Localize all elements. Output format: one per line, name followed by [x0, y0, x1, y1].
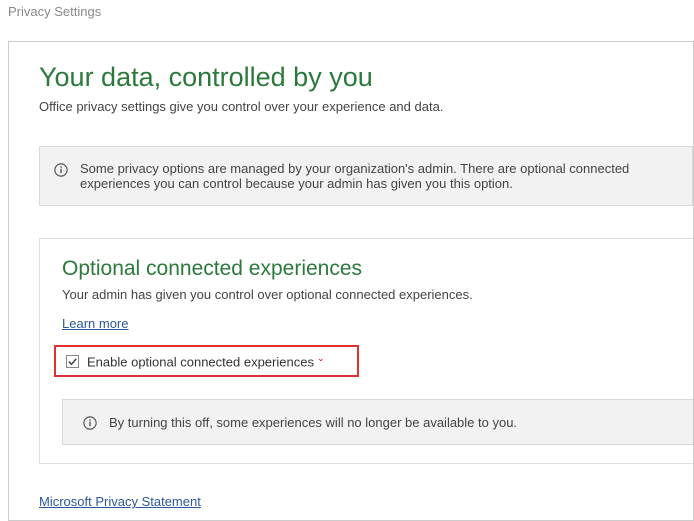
info-icon: [54, 163, 68, 177]
info-icon: [83, 416, 97, 430]
admin-notice-text: Some privacy options are managed by your…: [80, 161, 680, 191]
section-heading: Optional connected experiences: [62, 257, 693, 281]
checkbox-label: Enable optional connected experiences⌄: [87, 353, 325, 369]
enable-optional-checkbox[interactable]: [66, 355, 79, 368]
caret-icon: ⌄: [317, 353, 325, 363]
warning-text: By turning this off, some experiences wi…: [109, 415, 517, 430]
learn-more-link[interactable]: Learn more: [62, 316, 128, 331]
privacy-statement-link[interactable]: Microsoft Privacy Statement: [39, 494, 201, 509]
page-title: Your data, controlled by you: [39, 62, 693, 93]
section-description: Your admin has given you control over op…: [62, 287, 693, 302]
page-description: Office privacy settings give you control…: [39, 99, 693, 114]
window-title: Privacy Settings: [0, 0, 694, 23]
checkbox-highlight: Enable optional connected experiences⌄: [54, 345, 359, 377]
settings-panel: Your data, controlled by you Office priv…: [8, 41, 694, 521]
warning-box: By turning this off, some experiences wi…: [62, 399, 693, 445]
optional-experiences-section: Optional connected experiences Your admi…: [39, 238, 693, 464]
admin-notice-box: Some privacy options are managed by your…: [39, 146, 693, 206]
